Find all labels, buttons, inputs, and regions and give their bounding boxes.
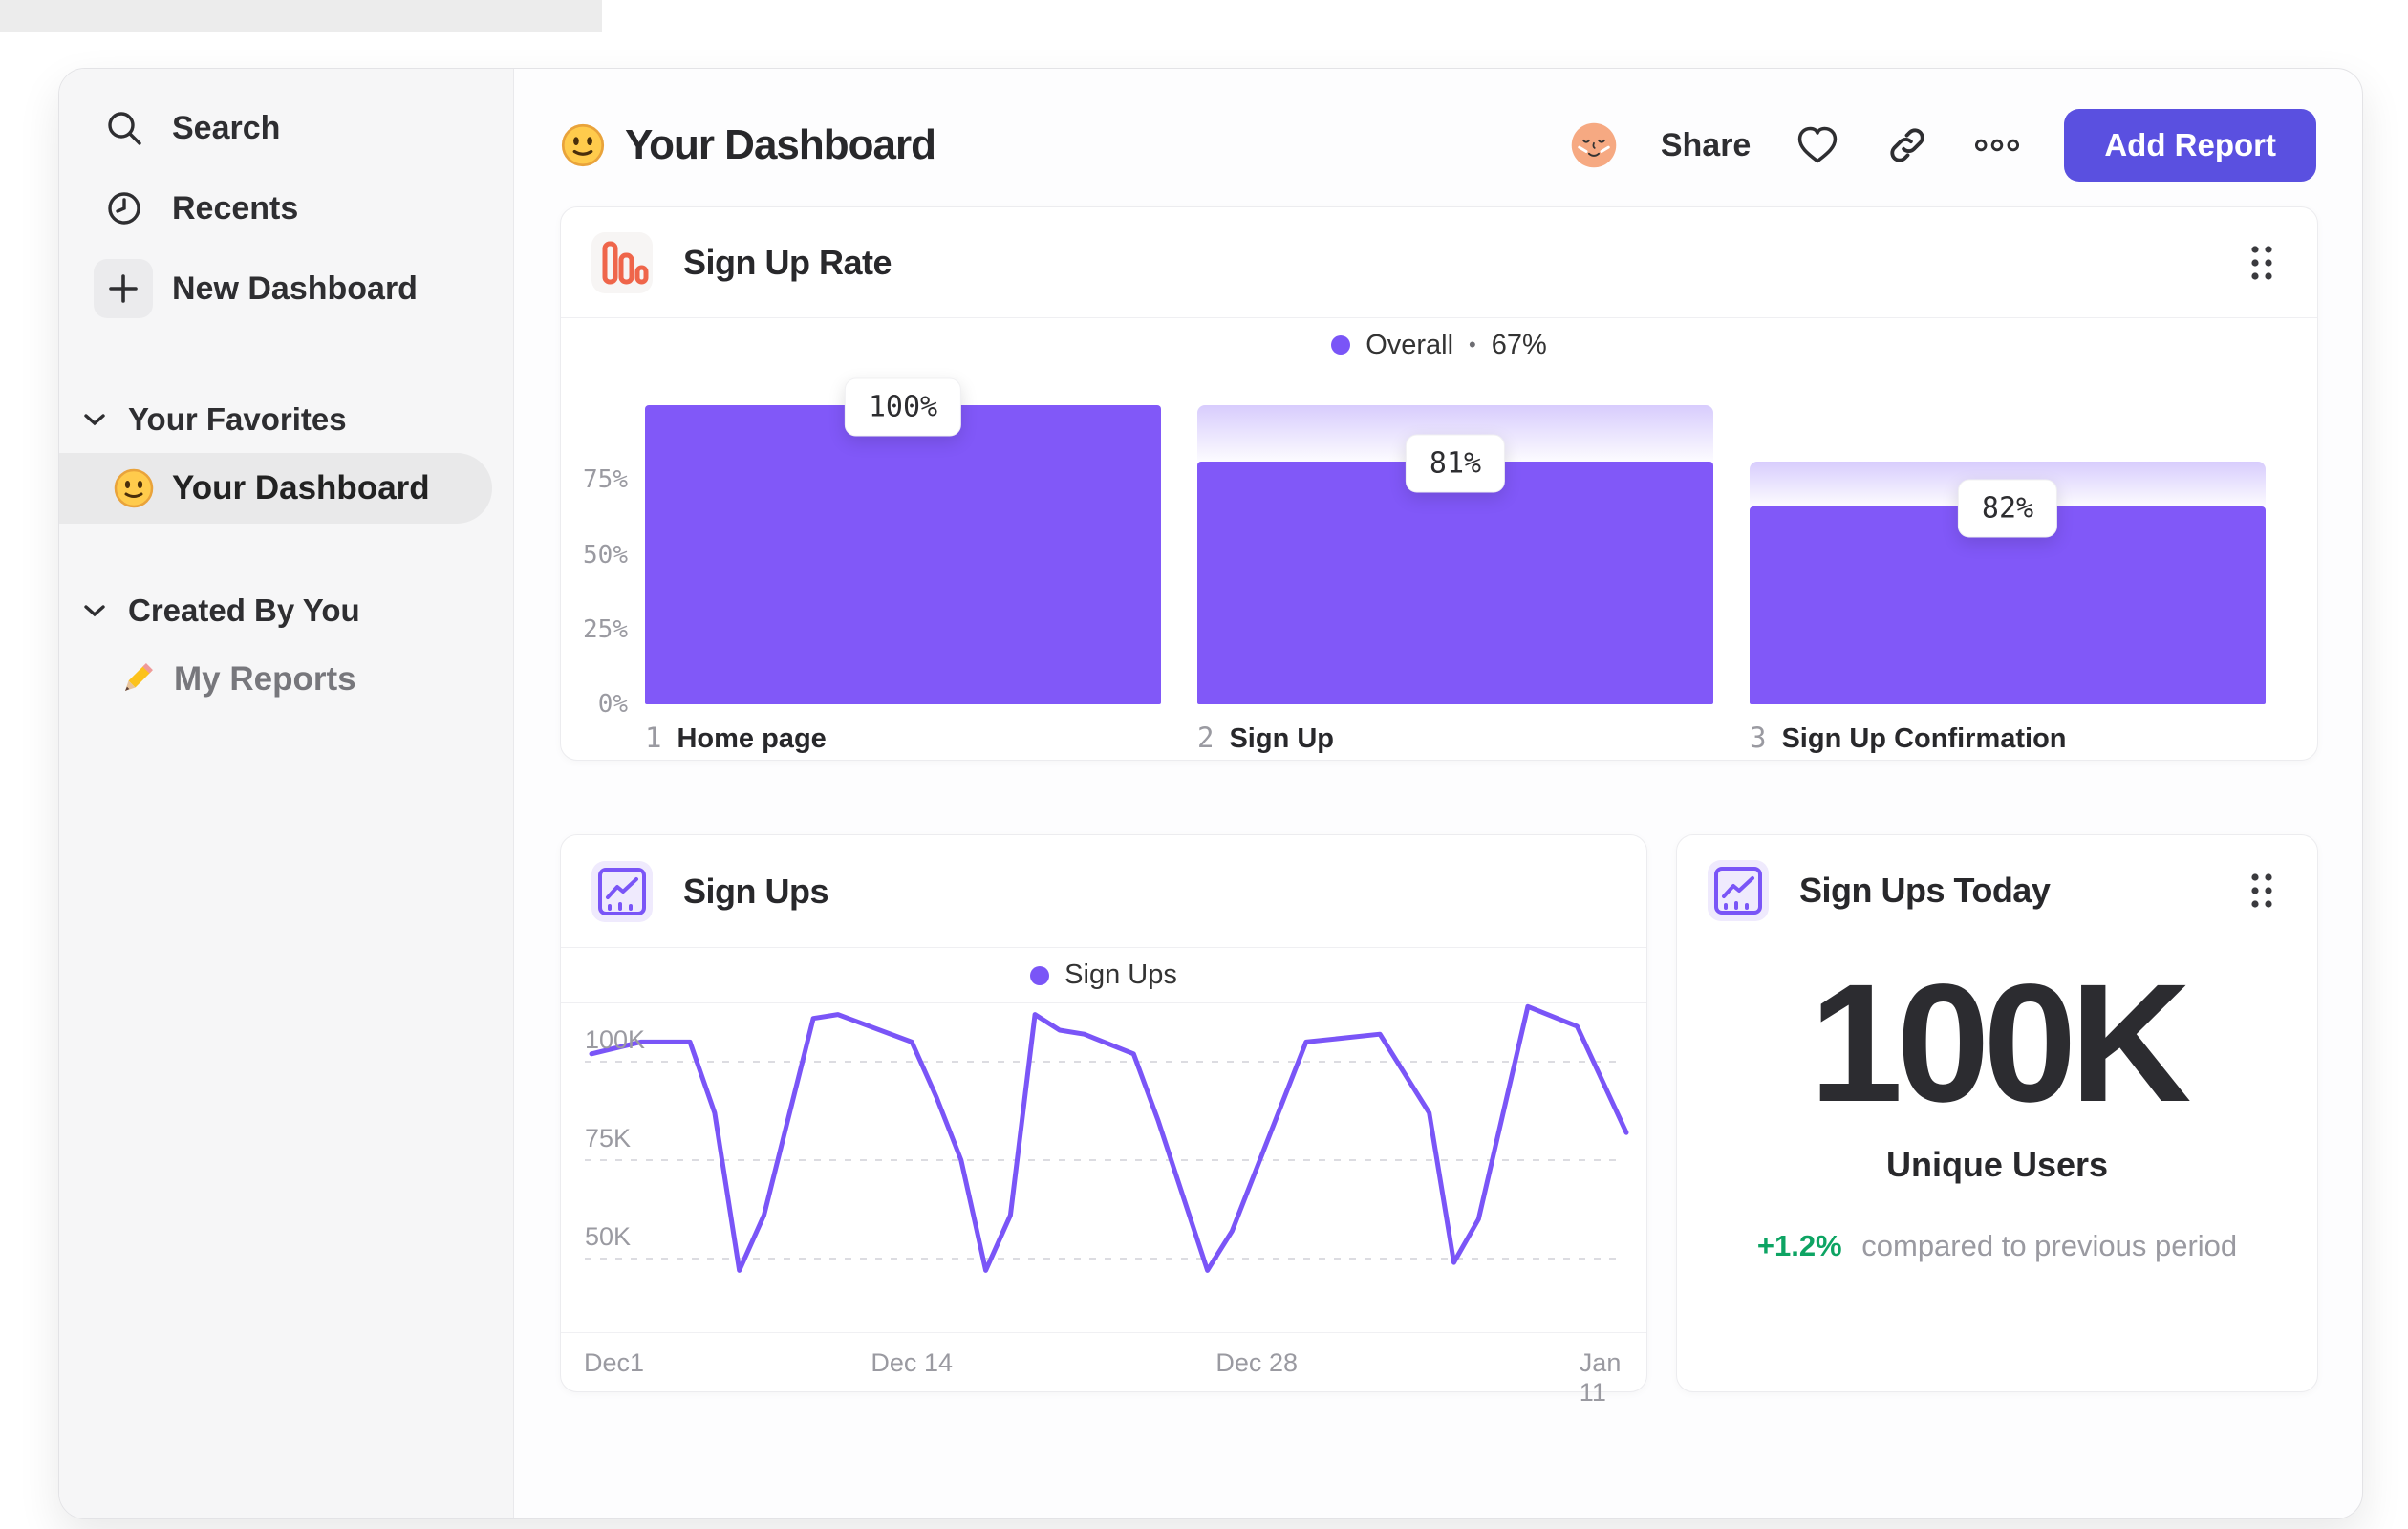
- app-window: Search Recents New Dashboard Your Favori…: [58, 68, 2363, 1519]
- dashboard-header: Your Dashboard Share Add Report: [560, 107, 2316, 183]
- add-report-button[interactable]: Add Report: [2064, 109, 2316, 182]
- legend-value: 67%: [1491, 329, 1547, 360]
- line-chart-icon: [591, 860, 653, 922]
- chevron-down-icon: [82, 411, 107, 428]
- heart-icon[interactable]: [1795, 122, 1840, 168]
- line-xtick-label: Dec 28: [1215, 1348, 1298, 1377]
- funnel-step-name: Sign Up Confirmation: [1781, 723, 2067, 754]
- sidebar-section-your-favorites[interactable]: Your Favorites: [59, 386, 513, 453]
- sidebar-item-label: New Dashboard: [172, 269, 418, 307]
- drag-handle-icon[interactable]: [2248, 242, 2275, 284]
- funnel-bar[interactable]: [645, 405, 1161, 704]
- funnel-step-label: 1 Home page: [645, 721, 827, 755]
- sign-ups-card: Sign Ups Sign Ups 100K 75K 50K Dec1 Dec 14 De…: [560, 834, 1647, 1407]
- legend-dot: [1331, 335, 1351, 355]
- plus-icon: [94, 259, 153, 318]
- sidebar-section-label: Created By You: [128, 592, 360, 628]
- smiley-emoji: [113, 467, 155, 509]
- funnel-step-label: 2 Sign Up: [1197, 721, 1334, 755]
- avatar[interactable]: [1571, 122, 1617, 168]
- sidebar-item-label: Recents: [172, 189, 299, 226]
- sidebar-item-recents[interactable]: Recents: [59, 168, 513, 248]
- chevron-down-icon: [82, 602, 107, 619]
- smiley-emoji: [560, 122, 606, 168]
- sidebar-item-search[interactable]: Search: [59, 88, 513, 168]
- clock-icon: [103, 187, 145, 229]
- funnel-plot: 75% 50% 25% 0% 100% 1 Home page 81% 2 Sign Up 82% 3…: [561, 372, 2317, 760]
- funnel-step-number: 2: [1197, 721, 1215, 754]
- line-xtick-label: Jan 11: [1579, 1348, 1622, 1407]
- sidebar-item-new-dashboard[interactable]: New Dashboard: [59, 248, 513, 329]
- metric-value: 100K: [1809, 950, 2192, 1137]
- card-title: Sign Ups Today: [1799, 871, 2051, 910]
- screen: Search Recents New Dashboard Your Favori…: [0, 0, 2408, 1529]
- sidebar-item-label: Your Dashboard: [172, 469, 430, 506]
- search-icon: [103, 107, 145, 149]
- line-xaxis: Dec1 Dec 14 Dec 28 Jan 11: [561, 1332, 1646, 1407]
- more-icon[interactable]: [1974, 122, 2020, 168]
- funnel-ytick-label: 50%: [583, 540, 628, 570]
- funnel-ytick-label: 0%: [597, 690, 628, 719]
- line-plot: 100K 75K 50K Dec1 Dec 14 Dec 28 Jan 11: [561, 1003, 1646, 1407]
- metric-delta-caption: compared to previous period: [1861, 1229, 2238, 1262]
- link-icon[interactable]: [1884, 122, 1930, 168]
- metric-label: Unique Users: [1885, 1145, 2109, 1184]
- sidebar-item-my-reports[interactable]: My Reports: [59, 644, 513, 715]
- line-xtick-label: Dec 14: [871, 1348, 953, 1377]
- funnel-ytick-label: 75%: [583, 465, 628, 495]
- funnel-step-label: 3 Sign Up Confirmation: [1750, 721, 2067, 755]
- funnel-step-number: 3: [1750, 721, 1767, 754]
- sidebar: Search Recents New Dashboard Your Favori…: [59, 69, 514, 1518]
- funnel-bar[interactable]: [1197, 462, 1713, 704]
- metric-delta: +1.2%: [1756, 1229, 1842, 1262]
- funnel-value-tooltip: 82%: [1957, 479, 2058, 538]
- line-ytick-label: 100K: [585, 1025, 646, 1054]
- sidebar-section-label: Your Favorites: [128, 401, 347, 437]
- funnel-value-tooltip: 100%: [844, 377, 962, 437]
- background-window-edge: [0, 0, 602, 32]
- sidebar-item-your-dashboard[interactable]: Your Dashboard: [59, 453, 492, 524]
- sidebar-item-label: My Reports: [174, 660, 356, 698]
- drag-handle-icon[interactable]: [2248, 870, 2275, 912]
- card-title: Sign Ups: [683, 871, 829, 911]
- line-chart-icon: [1708, 860, 1769, 921]
- legend-separator: •: [1469, 333, 1476, 356]
- funnel-chart-icon: [591, 231, 653, 293]
- line-xtick-label: Dec1: [584, 1348, 645, 1377]
- funnel-ytick-label: 25%: [583, 614, 628, 644]
- funnel-step-number: 1: [645, 721, 662, 754]
- main-content: Your Dashboard Share Add Report Sign Up …: [514, 69, 2362, 1518]
- line-ytick-label: 75K: [585, 1124, 632, 1152]
- funnel-step-name: Sign Up: [1229, 723, 1335, 754]
- share-button[interactable]: Share: [1661, 127, 1752, 164]
- page-title: Your Dashboard: [625, 121, 936, 168]
- funnel-legend[interactable]: Overall • 67%: [561, 318, 2317, 372]
- line-series: [589, 1003, 1629, 1273]
- sign-ups-today-card: Sign Ups Today 100K Unique Users +1.2% c…: [1676, 834, 2318, 1392]
- legend-label: Sign Ups: [1064, 959, 1177, 990]
- line-legend[interactable]: Sign Ups: [561, 948, 1646, 1003]
- legend-label: Overall: [1365, 329, 1454, 360]
- line-ytick-label: 50K: [585, 1222, 632, 1251]
- funnel-value-tooltip: 81%: [1405, 434, 1506, 493]
- pencil-emoji: [117, 659, 157, 700]
- funnel-step-name: Home page: [677, 723, 827, 754]
- sign-up-rate-card: Sign Up Rate Overall • 67% 75% 50% 25% 0% 10…: [560, 206, 2318, 761]
- legend-dot: [1030, 965, 1050, 985]
- sidebar-item-label: Search: [172, 109, 281, 146]
- sidebar-section-created-by-you[interactable]: Created By You: [59, 577, 513, 644]
- card-title: Sign Up Rate: [683, 242, 892, 282]
